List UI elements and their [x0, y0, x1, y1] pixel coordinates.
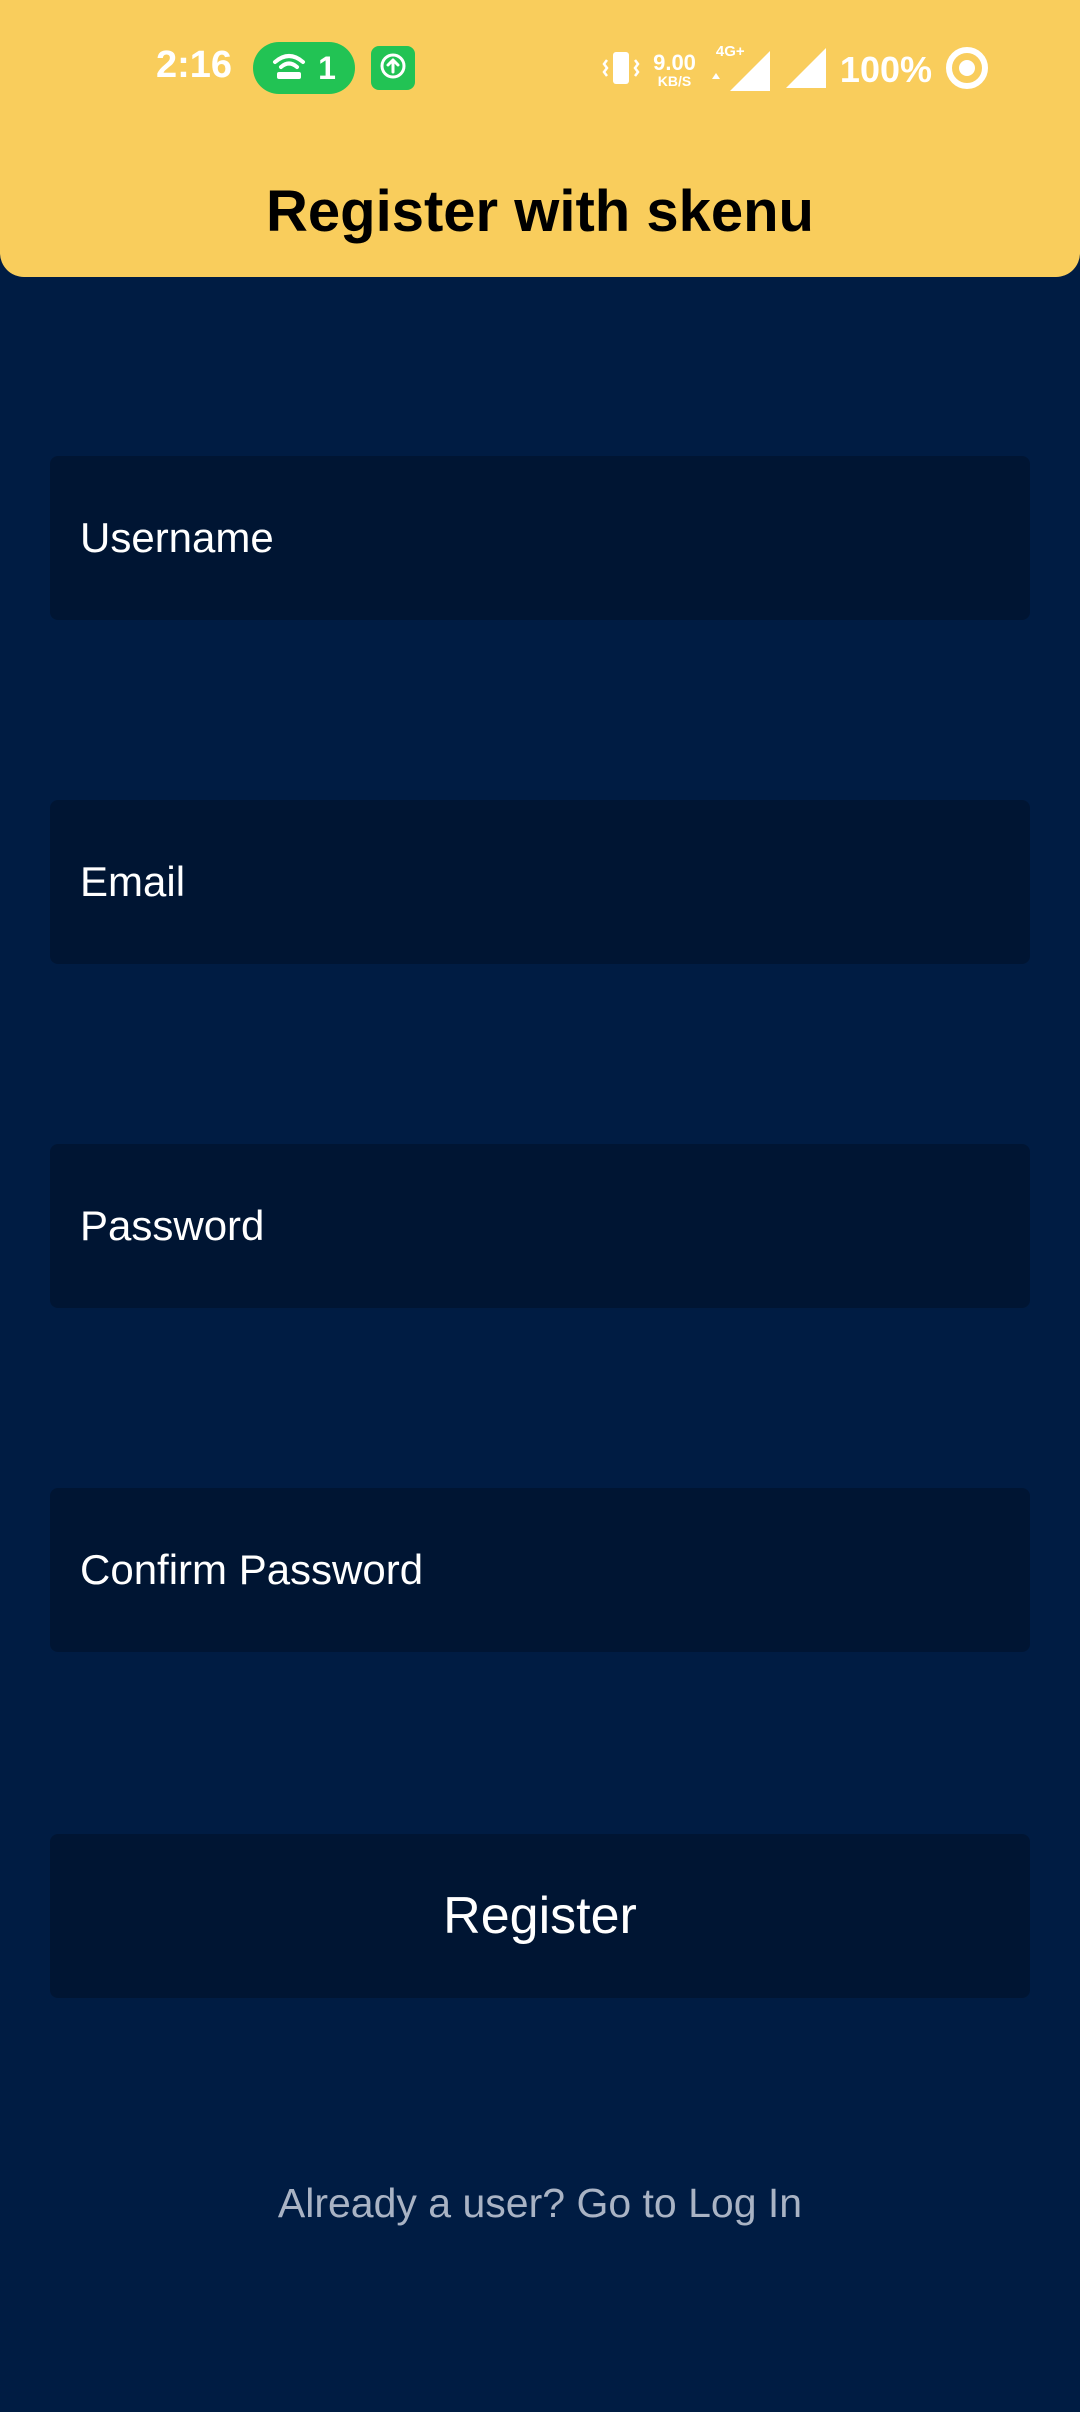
net-speed-value: 9.00: [653, 50, 696, 75]
vibrate-icon: [601, 48, 641, 93]
username-input[interactable]: [80, 514, 1030, 562]
app-header: 2:16 1 9.00 KB/S 4G+ 100% Register with …: [0, 0, 1080, 277]
hotspot-indicator[interactable]: 1: [253, 42, 355, 94]
hotspot-count: 1: [318, 49, 336, 86]
login-link[interactable]: Already a user? Go to Log In: [0, 2180, 1080, 2227]
username-field[interactable]: [50, 456, 1030, 620]
password-input[interactable]: [80, 1202, 1030, 1250]
upload-notification[interactable]: [371, 46, 415, 90]
email-field[interactable]: [50, 800, 1030, 964]
status-bar: 2:16 1 9.00 KB/S 4G+ 100%: [0, 0, 1080, 140]
status-time: 2:16: [156, 44, 233, 86]
net-speed: 9.00 KB/S: [653, 50, 696, 89]
status-right-group: 9.00 KB/S 4G+ 100%: [601, 42, 990, 98]
upload-icon: [378, 51, 408, 86]
battery-percentage: 100%: [839, 49, 932, 90]
confirm-password-input[interactable]: [80, 1546, 1030, 1594]
register-button[interactable]: Register: [50, 1834, 1030, 1998]
confirm-password-field[interactable]: [50, 1488, 1030, 1652]
signal-icon: 4G+: [708, 43, 772, 93]
email-input[interactable]: [80, 858, 1030, 906]
signal-icon: [784, 46, 828, 95]
page-title: Register with skenu: [266, 179, 814, 244]
hotspot-icon: [272, 51, 306, 86]
net-speed-unit: KB/S: [657, 73, 692, 89]
password-field[interactable]: [50, 1144, 1030, 1308]
ring-icon: [944, 45, 990, 96]
